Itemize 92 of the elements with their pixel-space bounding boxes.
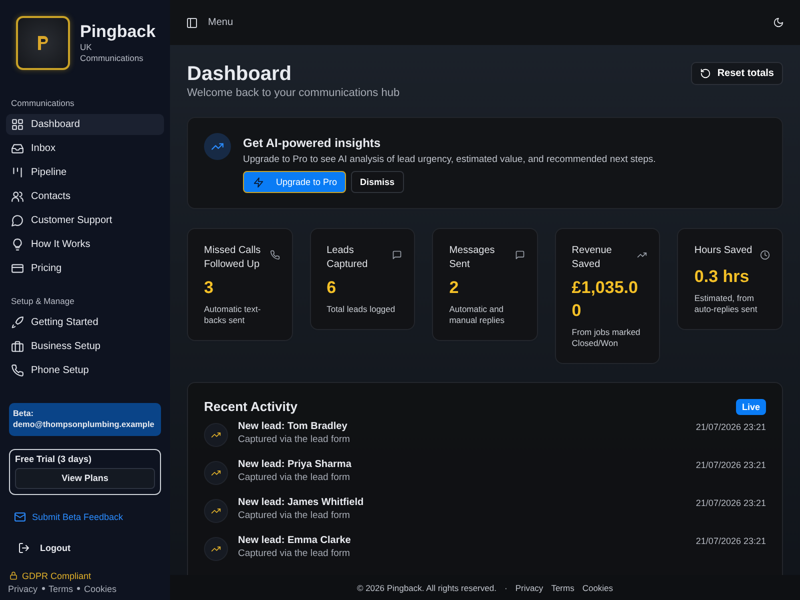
upgrade-button[interactable]: Upgrade to Pro	[243, 171, 346, 193]
section-label: Setup & Manage	[10, 296, 76, 306]
activity-detail: Captured via the lead form	[238, 434, 351, 445]
activity-time: 21/07/2026 23:21	[696, 422, 766, 432]
section-label: Communications	[10, 98, 76, 108]
insight-text: Upgrade to Pro to see AI analysis of lead urgency, estimated value, and recommended next steps.	[243, 154, 656, 165]
stat-note: From jobs marked Closed/Won	[572, 326, 642, 349]
legal-link[interactable]: Cookies	[84, 584, 117, 594]
brand-subtitle: UK Communications	[80, 42, 144, 64]
stat-label: Missed Calls Followed Up	[204, 244, 262, 271]
stat-value: 0.3 hrs	[694, 266, 750, 288]
sidebar-item[interactable]: Pricing	[6, 258, 164, 279]
stat-value: £1,035.00	[572, 277, 639, 322]
clock-icon	[760, 250, 770, 260]
logout-button[interactable]: Logout	[18, 542, 164, 554]
phone-icon	[270, 250, 280, 260]
sidebar-item[interactable]: Inbox	[6, 138, 164, 159]
phone-icon	[11, 364, 24, 377]
activity-title: New lead: Emma Clarke	[238, 534, 352, 546]
stat-value: 2	[449, 277, 460, 299]
activity-detail: Captured via the lead form	[238, 548, 351, 559]
lightbulb-icon	[11, 238, 24, 251]
mail-icon	[14, 510, 26, 523]
sidebar-item[interactable]: How It Works	[6, 234, 164, 255]
sidebar-item[interactable]: Getting Started	[6, 312, 164, 333]
activity-title: New lead: Tom Bradley	[238, 420, 348, 432]
stat-value: 3	[204, 277, 214, 299]
footer-link[interactable]: Cookies	[582, 582, 614, 592]
stat-label: Messages Sent	[449, 244, 496, 271]
separator: ·	[504, 582, 508, 592]
brand-name: Pingback	[80, 22, 156, 42]
beta-notice: Beta: demo@thompsonplumbing.example	[9, 403, 161, 436]
live-badge: Live	[736, 398, 766, 415]
logo	[16, 16, 70, 70]
sidebar-toggle-icon	[186, 16, 198, 28]
activity-time: 21/07/2026 23:21	[696, 460, 766, 470]
stat-label: Revenue Saved	[572, 244, 613, 271]
activity-detail: Captured via the lead form	[238, 510, 351, 521]
activity-title: New lead: Priya Sharma	[238, 458, 352, 470]
logout-icon	[18, 542, 30, 554]
people-icon	[11, 190, 24, 203]
trend-up-icon	[637, 250, 648, 260]
insight-title: Get AI-powered insights	[243, 136, 382, 150]
briefcase-icon	[11, 340, 24, 353]
stat-note: Estimated, from auto-replies sent	[694, 292, 758, 316]
compliance-label: GDPR Compliant	[22, 570, 92, 581]
stat-note: Automatic and manual replies	[449, 304, 506, 326]
trend-up-icon	[211, 430, 221, 440]
trend-up-icon	[211, 506, 221, 516]
message-icon	[392, 250, 402, 260]
trial-label: Free Trial (3 days)	[15, 454, 93, 464]
sidebar-item[interactable]: Customer Support	[6, 210, 164, 231]
dismiss-button[interactable]: Dismiss	[351, 171, 404, 193]
chat-bubble-icon	[11, 214, 24, 227]
reset-totals-button[interactable]: Reset totals	[691, 62, 783, 85]
legal-link[interactable]: Privacy	[8, 584, 38, 594]
view-plans-button[interactable]: View Plans	[15, 468, 155, 489]
activity-heading: Recent Activity	[204, 399, 298, 414]
stat-value: 6	[326, 277, 338, 299]
page-title: Dashboard	[187, 63, 292, 86]
reset-icon	[700, 68, 712, 79]
copyright-text: © 2026 Pingback. All rights reserved.	[356, 582, 496, 592]
lock-icon	[9, 571, 18, 580]
sidebar-item[interactable]: Phone Setup	[6, 360, 164, 381]
activity-time: 21/07/2026 23:21	[696, 498, 766, 508]
inbox-icon	[11, 142, 24, 155]
sidebar-item[interactable]: Dashboard	[6, 114, 164, 135]
stat-note: Total leads logged	[326, 304, 396, 315]
lightning-icon	[253, 176, 264, 188]
activity-time: 21/07/2026 23:21	[696, 536, 766, 546]
stat-note: Automatic text-backs sent	[204, 304, 262, 326]
message-icon	[514, 250, 525, 260]
sidebar-item[interactable]: Contacts	[6, 186, 164, 207]
footer-link[interactable]: Terms	[551, 582, 574, 592]
stat-label: Leads Captured	[326, 244, 369, 271]
moon-icon	[773, 17, 784, 28]
trend-up-icon	[211, 544, 221, 554]
footer-link[interactable]: Privacy	[515, 582, 544, 592]
bars-icon	[11, 166, 24, 179]
menu-label[interactable]: Menu	[208, 17, 234, 28]
feedback-link[interactable]: Submit Beta Feedback	[14, 510, 164, 523]
credit-card-icon	[11, 262, 24, 275]
trend-up-icon	[211, 468, 221, 478]
legal-link[interactable]: Terms	[48, 584, 74, 594]
sidebar-item[interactable]: Pipeline	[6, 162, 164, 183]
page-subtitle: Welcome back to your communications hub	[187, 87, 400, 99]
activity-detail: Captured via the lead form	[238, 472, 351, 483]
sidebar-item[interactable]: Business Setup	[6, 336, 164, 357]
dashboard-icon	[11, 118, 24, 131]
rocket-icon	[11, 316, 24, 329]
stat-label: Hours Saved	[694, 244, 752, 258]
activity-title: New lead: James Whitfield	[238, 496, 365, 508]
